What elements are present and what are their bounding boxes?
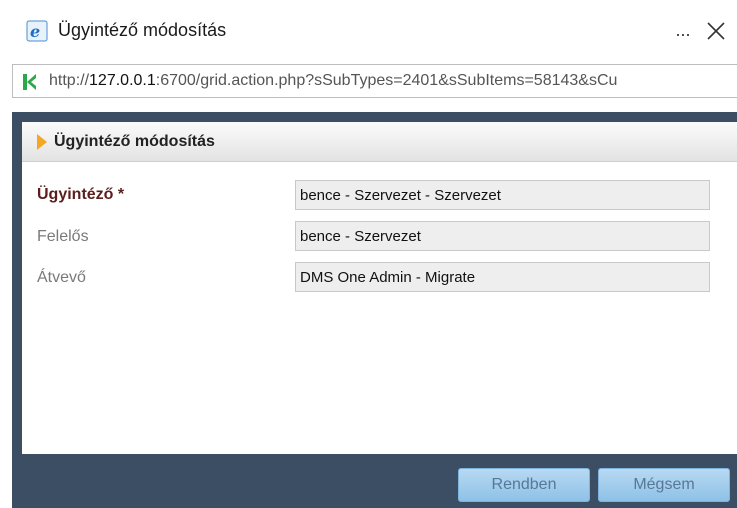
window-titlebar: e Ügyintéző módosítás ... bbox=[0, 0, 737, 58]
atvevo-label: Átvevő bbox=[37, 269, 86, 286]
felelos-label: Felelős bbox=[37, 228, 89, 245]
panel-header: Ügyintéző módosítás bbox=[22, 122, 737, 162]
panel-title: Ügyintéző módosítás bbox=[54, 133, 215, 150]
felelos-field[interactable]: bence - Szervezet bbox=[295, 221, 710, 251]
ok-button[interactable]: Rendben bbox=[458, 468, 590, 502]
left-edge bbox=[0, 100, 12, 508]
svg-text:e: e bbox=[30, 22, 40, 41]
more-options-button[interactable]: ... bbox=[672, 18, 694, 42]
atvevo-field[interactable]: DMS One Admin - Migrate bbox=[295, 262, 710, 292]
ugyintezo-field[interactable]: bence - Szervezet - Szervezet bbox=[295, 180, 710, 210]
expand-arrow-icon bbox=[37, 134, 47, 150]
window-title: Ügyintéző módosítás bbox=[58, 20, 227, 40]
site-k-icon bbox=[23, 74, 36, 90]
close-icon[interactable] bbox=[703, 18, 729, 44]
internet-explorer-icon: e bbox=[26, 20, 48, 42]
ugyintezo-label: Ügyintéző * bbox=[37, 186, 125, 203]
dialog-panel: Ügyintéző módosítás Ügyintéző * bence - … bbox=[22, 122, 737, 454]
url-text[interactable]: http://127.0.0.1:6700/grid.action.php?sS… bbox=[49, 72, 737, 90]
dialog-footer: Rendben Mégsem bbox=[22, 454, 737, 508]
address-bar[interactable]: http://127.0.0.1:6700/grid.action.php?sS… bbox=[12, 64, 737, 98]
cancel-button[interactable]: Mégsem bbox=[598, 468, 730, 502]
